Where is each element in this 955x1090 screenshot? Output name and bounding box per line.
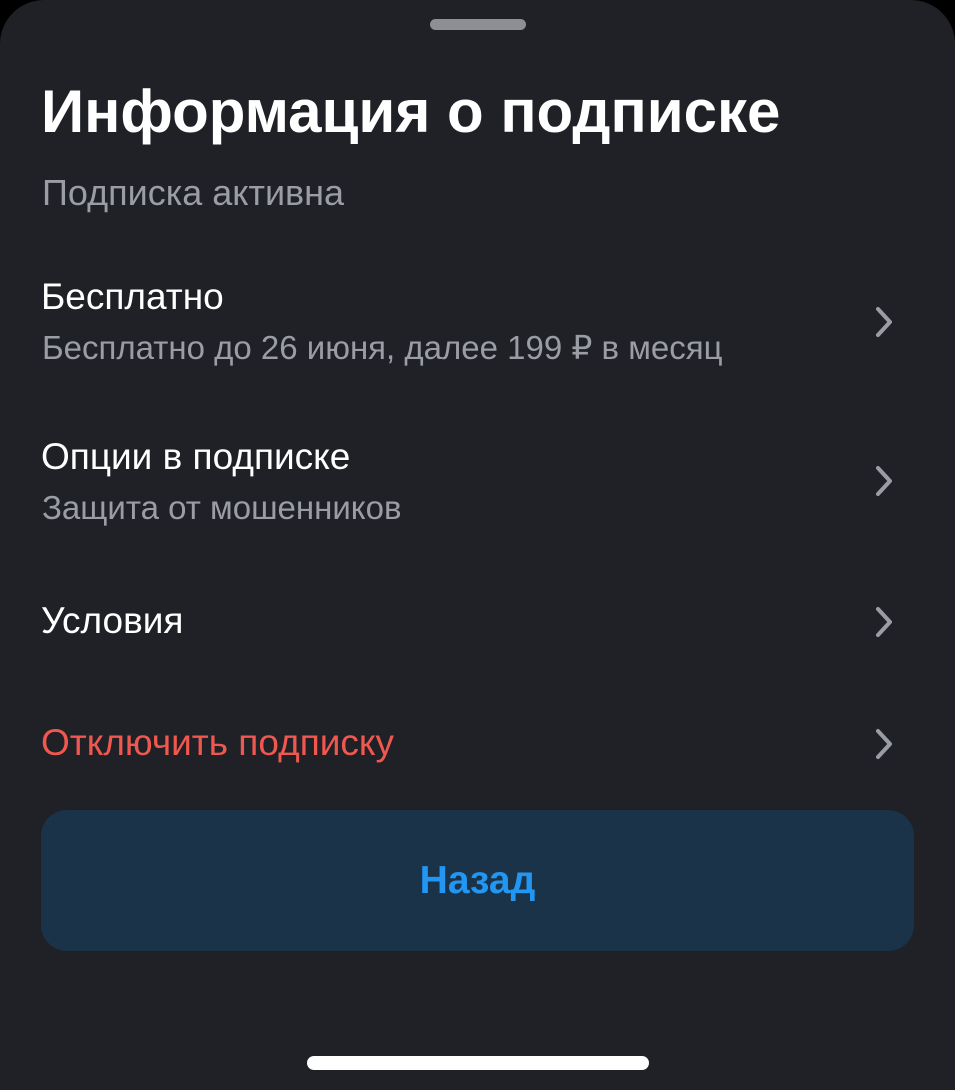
page-title: Информация о подписке xyxy=(41,78,781,145)
row-unsubscribe[interactable]: Отключить подписку xyxy=(0,712,955,778)
chevron-right-icon xyxy=(876,466,892,496)
row-subscription-options-subtitle: Защита от мошенников xyxy=(42,489,402,526)
row-free-plan-subtitle: Бесплатно до 26 июня, далее 199 ₽ в меся… xyxy=(42,329,723,366)
back-button[interactable]: Назад xyxy=(41,810,914,951)
row-subscription-options-title: Опции в подписке xyxy=(41,436,351,477)
row-terms-title: Условия xyxy=(41,600,184,641)
row-unsubscribe-title: Отключить подписку xyxy=(41,722,394,763)
chevron-right-icon xyxy=(876,607,892,637)
row-terms[interactable]: Условия xyxy=(0,590,955,656)
row-subscription-options[interactable]: Опции в подписке Защита от мошенников xyxy=(0,430,955,540)
row-free-plan-title: Бесплатно xyxy=(41,276,224,317)
home-indicator xyxy=(307,1056,649,1070)
row-free-plan[interactable]: Бесплатно Бесплатно до 26 июня, далее 19… xyxy=(0,270,955,380)
subscription-status: Подписка активна xyxy=(42,172,345,213)
chevron-right-icon xyxy=(876,307,892,337)
back-button-label: Назад xyxy=(419,859,536,902)
bottom-sheet: Информация о подписке Подписка активна Б… xyxy=(0,0,955,1090)
sheet-drag-handle[interactable] xyxy=(430,19,526,30)
chevron-right-icon xyxy=(876,729,892,759)
